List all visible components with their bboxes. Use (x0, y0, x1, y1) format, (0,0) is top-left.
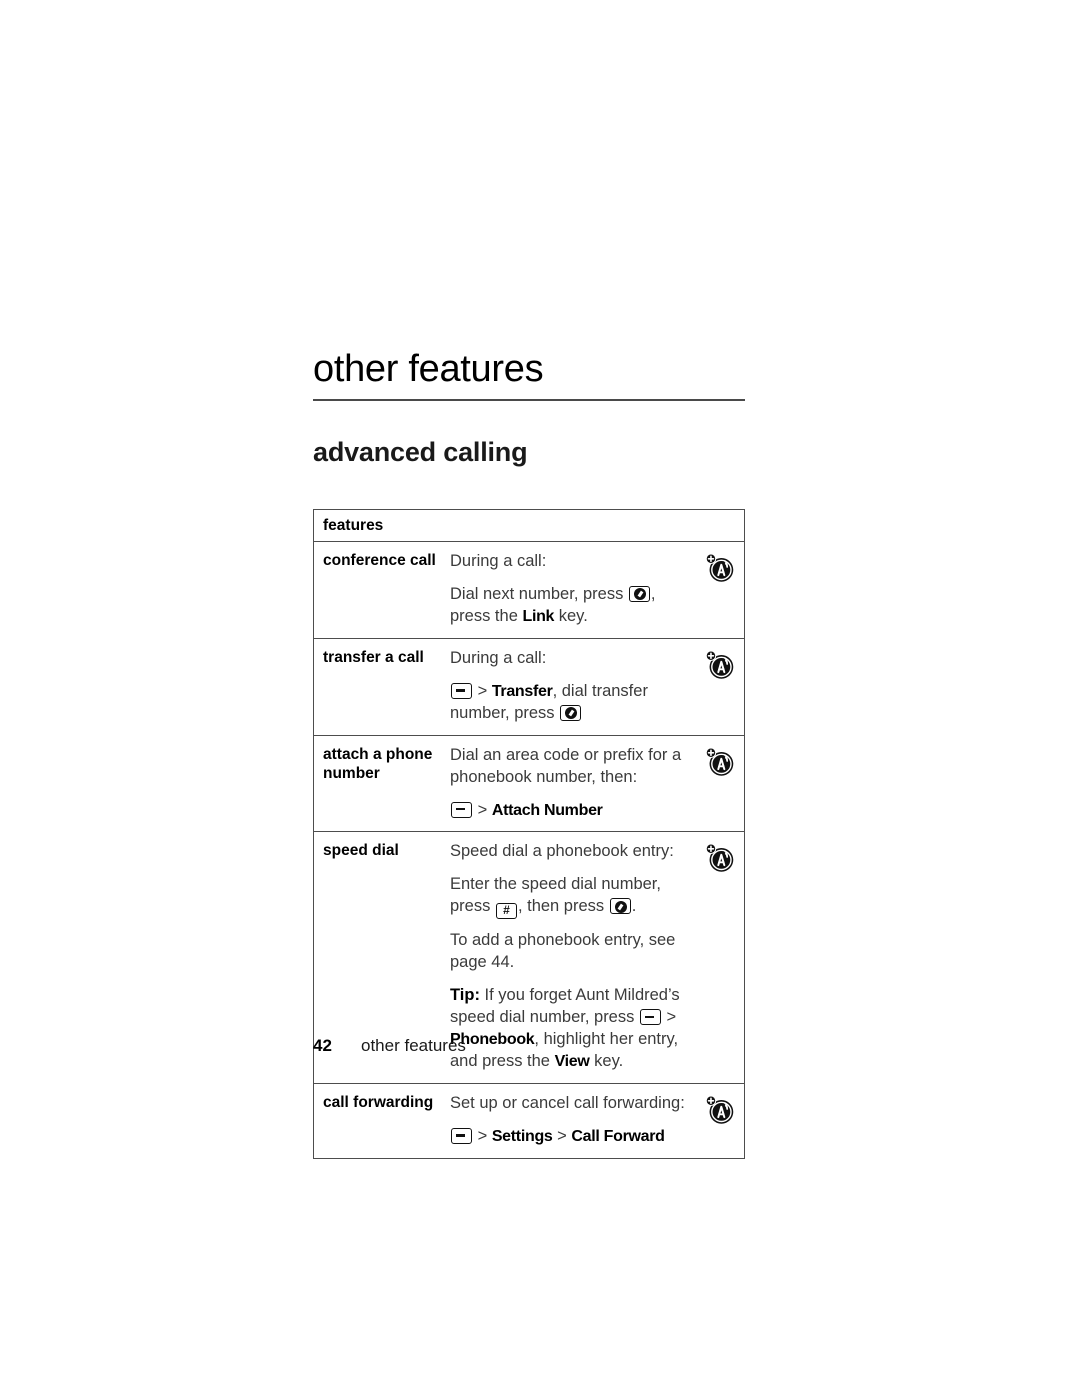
path-separator: > (473, 681, 492, 700)
table-header-label: features (323, 517, 384, 534)
description-paragraph: > Settings > Call Forward (450, 1126, 692, 1148)
description-paragraph: Dial an area code or prefix for a phoneb… (450, 745, 692, 789)
network-a-tower-icon (698, 1084, 744, 1158)
description-text: During a call: (450, 552, 547, 570)
description-text: During a call: (450, 648, 547, 667)
menu-option-name: Transfer (491, 682, 553, 700)
menu-key-icon (451, 801, 472, 818)
footer-page-number: 42 (313, 1036, 332, 1055)
menu-option-name: Settings (491, 1127, 553, 1145)
feature-label: transfer a call (323, 648, 424, 666)
feature-description: Dial an area code or prefix for a phoneb… (447, 736, 698, 832)
description-text: , then press (517, 897, 609, 916)
description-paragraph: Dial next number, press , press the Link… (450, 584, 692, 628)
menu-option-name: Link (522, 607, 555, 625)
menu-option-name: Attach Number (491, 801, 603, 819)
description-text: . (631, 897, 637, 916)
description-paragraph: During a call: (450, 648, 692, 670)
description-paragraph: During a call: (450, 551, 692, 573)
table-row: conference call During a call: Dial next n… (314, 541, 744, 638)
send-key-icon (560, 704, 582, 721)
menu-option-name: View (554, 1053, 590, 1070)
path-separator: > (552, 1126, 572, 1145)
description-text: Dial next number, press (450, 584, 628, 603)
manual-page: other features advanced calling features… (0, 0, 1080, 1397)
table-row: call forwarding Set up or cancel call for… (314, 1082, 744, 1158)
description-text: key. (554, 606, 588, 625)
menu-key-icon (451, 682, 472, 699)
page-footer: 42 other features (313, 1036, 466, 1056)
description-paragraph: Enter the speed dial number, press #, th… (450, 874, 692, 920)
feature-description: During a call: > Transfer, dial transfer… (447, 639, 698, 735)
path-separator: > (473, 800, 492, 819)
description-paragraph: Set up or cancel call forwarding: (450, 1093, 692, 1115)
description-paragraph: Tip: If you forget Aunt Mildred’s speed … (450, 985, 692, 1073)
path-separator: > (661, 1008, 677, 1027)
table-row: transfer a call During a call: > Transfer… (314, 637, 744, 735)
description-paragraph: > Attach Number (450, 800, 692, 822)
menu-option-name: Call Forward (571, 1127, 665, 1145)
description-text: Dial an area code or prefix for a phoneb… (450, 745, 682, 786)
feature-label: attach a phone number (323, 745, 433, 783)
description-text: Set up or cancel call forwarding: (450, 1093, 685, 1112)
network-a-tower-icon (698, 542, 744, 638)
features-table: features conference call During a call: Di… (313, 509, 745, 1159)
menu-key-icon (639, 1009, 661, 1026)
network-a-tower-icon (698, 832, 744, 1083)
table-header-cell: features (314, 510, 383, 541)
send-key-icon (628, 585, 650, 602)
tip-label: Tip: (450, 986, 480, 1005)
feature-description: During a call: Dial next number, press , … (447, 542, 698, 638)
network-a-tower-icon (698, 639, 744, 735)
title-divider (313, 399, 745, 401)
path-separator: > (473, 1126, 492, 1145)
description-paragraph: Speed dial a phonebook entry: (450, 841, 692, 863)
hash-key-icon: # (495, 903, 517, 920)
description-text: key. (589, 1052, 624, 1070)
table-row: attach a phone number Dial an area code o… (314, 734, 744, 832)
section-title: advanced calling (313, 437, 528, 467)
description-text: Speed dial a phonebook entry: (450, 842, 674, 861)
feature-label: conference call (323, 552, 436, 569)
menu-key-icon (451, 1127, 472, 1144)
description-paragraph: To add a phonebook entry, see page 44. (450, 930, 692, 974)
send-key-icon (609, 898, 631, 915)
description-paragraph: > Transfer, dial transfer number, press (450, 681, 692, 725)
table-body: conference call During a call: Dial next n… (314, 541, 744, 1158)
page-title: other features (313, 348, 544, 390)
footer-text: other features (361, 1036, 466, 1055)
description-text: To add a phonebook entry, see page 44. (450, 931, 676, 972)
feature-description: Set up or cancel call forwarding: > Sett… (447, 1084, 698, 1158)
feature-label: call forwarding (323, 1093, 434, 1111)
network-a-tower-icon (698, 736, 744, 832)
feature-description: Speed dial a phonebook entry: Enter the s… (447, 832, 698, 1083)
table-header-row: features (314, 510, 744, 541)
